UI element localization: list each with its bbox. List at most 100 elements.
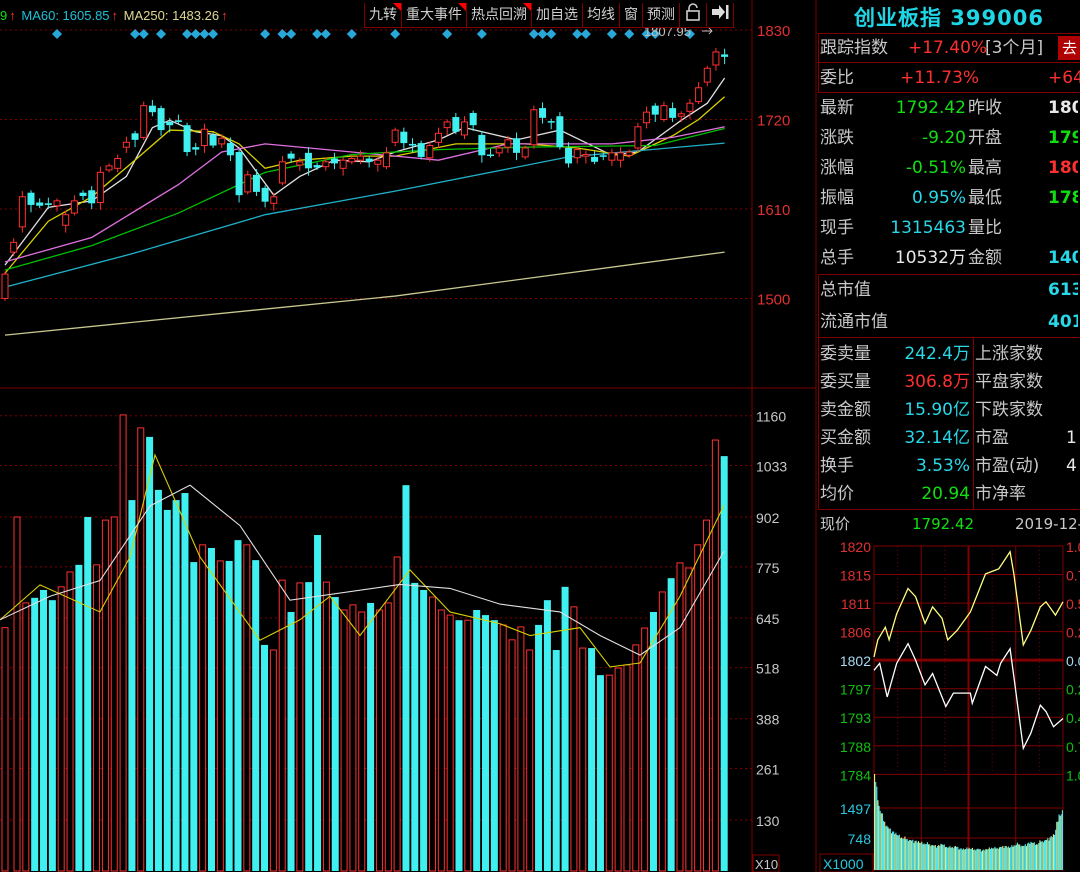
intraday-volume-bar [925, 843, 927, 870]
toolbar-button-6[interactable]: 窗 [619, 3, 642, 27]
intraday-volume-bar [1004, 846, 1006, 870]
candle [591, 151, 599, 165]
intraday-volume-bar [902, 838, 904, 870]
chart-header: 9 ↑ MA60: 1605.85 ↑ MA250: 1483.26 ↑ 九转 重大事件… [0, 0, 752, 30]
candle [148, 99, 156, 117]
intraday-pct-label: 0.2 [1066, 682, 1080, 698]
candle [391, 127, 399, 147]
quote-label: 昨收 [968, 98, 1002, 118]
volume-bar [420, 589, 428, 871]
volume-bar [552, 650, 560, 871]
intraday-price-label: 1802 [840, 653, 871, 669]
intraday-volume-bar [889, 828, 891, 870]
intraday-volume-bar [906, 839, 908, 870]
intraday-pct-label: 1.0 [1066, 539, 1080, 555]
intraday-volume-bar [914, 840, 916, 870]
toolbar-button-7[interactable]: 预测 [642, 3, 679, 27]
intraday-volume-bar [1013, 845, 1015, 870]
order-value: 15.90亿 [904, 400, 970, 420]
volume-bar [146, 436, 154, 871]
intraday-volume-bar [884, 821, 886, 870]
candle-body [53, 200, 61, 207]
order-value: 3.53% [915, 456, 970, 476]
candle [539, 102, 547, 124]
toolbar-button-2[interactable]: 重大事件 [401, 3, 466, 27]
intraday-volume-bar [917, 841, 919, 870]
intraday-volume-bar [946, 846, 948, 870]
intraday-volume-bar [920, 842, 922, 870]
intraday-price-label: 1784 [840, 767, 871, 783]
quote-value: 179 [1048, 128, 1078, 148]
quote-value: 1315463 [890, 218, 966, 238]
intraday-volume-bar [922, 844, 924, 870]
intraday-volume-bar [883, 820, 885, 870]
intraday-volume-bar [896, 834, 898, 870]
intraday-volume-bar [1018, 844, 1020, 870]
candle-body [105, 165, 113, 171]
candle-body [391, 129, 399, 143]
market-cap-row: 总市值 6130 [820, 276, 1078, 304]
candle-body [417, 143, 425, 157]
toolbar-button-4[interactable]: 加自选 [531, 3, 582, 27]
lock-button[interactable] [679, 3, 706, 27]
intraday-pct-label: 0.2 [1066, 625, 1080, 641]
candle-body [218, 137, 226, 145]
order-label: 委买量 [820, 372, 871, 392]
volume-bar [340, 609, 348, 872]
volume-bar [632, 644, 640, 872]
candle [382, 147, 390, 170]
candle-body [261, 187, 269, 202]
volume-bar [499, 624, 507, 872]
candle [703, 65, 711, 87]
exit-button[interactable] [706, 3, 734, 27]
current-price-label: 现价 [820, 515, 851, 533]
current-price-value: 1792.42 [912, 515, 975, 533]
intraday-volume-bar [961, 849, 963, 870]
intraday-volume-bar [878, 805, 880, 870]
flag-corner-icon [523, 3, 531, 11]
intraday-volume-bar [933, 845, 935, 870]
intraday-volume-bar [887, 827, 889, 870]
toolbar-button-5[interactable]: 均线 [582, 3, 619, 27]
order-row: 委买量 306.8万 平盘家数 [820, 368, 1078, 396]
intraday-volume-bar [916, 842, 918, 870]
volume-bar [207, 547, 215, 871]
candle [660, 101, 668, 122]
intraday-volume-bar [1046, 839, 1048, 870]
candle [131, 130, 139, 148]
volume-bar [535, 624, 543, 871]
event-marker-icon [156, 29, 167, 39]
intraday-pct-label: 0.4 [1066, 710, 1080, 726]
cap-label: 流通市值 [820, 312, 888, 332]
intraday-volume-bar [876, 786, 878, 870]
volume-tick-label: 1033 [756, 459, 787, 475]
toolbar-button-1[interactable]: 九转 [364, 3, 401, 27]
toolbar-button-3[interactable]: 热点回溯 [466, 3, 531, 27]
quote-value: 10532万 [894, 248, 966, 268]
volume-bar [393, 556, 401, 872]
volume-bar [473, 609, 481, 871]
candle-body [547, 121, 555, 123]
candle-body [1, 273, 9, 299]
candle [287, 151, 295, 163]
kline-chart[interactable]: 18301720161015001807.9511601033902775645… [0, 0, 818, 872]
candle-body [573, 149, 581, 159]
ma-line-ma250 [4, 251, 725, 336]
intraday-chart[interactable]: 1820 1.0 1815 0.7 1811 0.5 1806 0.2 1802 0.0 1797 0… [810, 538, 1080, 872]
candle-body [487, 154, 495, 156]
intraday-volume-bar [1054, 834, 1056, 870]
intraday-volume-bar [979, 848, 981, 870]
volume-bar [375, 609, 383, 872]
intraday-volume-bar [1011, 845, 1013, 870]
candle-body [226, 143, 234, 156]
weibi-value: +11.73% [900, 68, 980, 88]
track-row: 跟踪指数 +17.40% [3个月] [820, 34, 1043, 62]
intraday-volume-bar [885, 826, 887, 870]
candle [235, 149, 243, 203]
intraday-volume-bar [942, 844, 944, 870]
volume-bar [190, 562, 198, 871]
event-marker-icon [580, 29, 591, 39]
intraday-volume-bar [989, 849, 991, 870]
track-period[interactable]: [3个月] [985, 34, 1043, 62]
go-invest-button[interactable]: 去投 [1058, 36, 1080, 60]
